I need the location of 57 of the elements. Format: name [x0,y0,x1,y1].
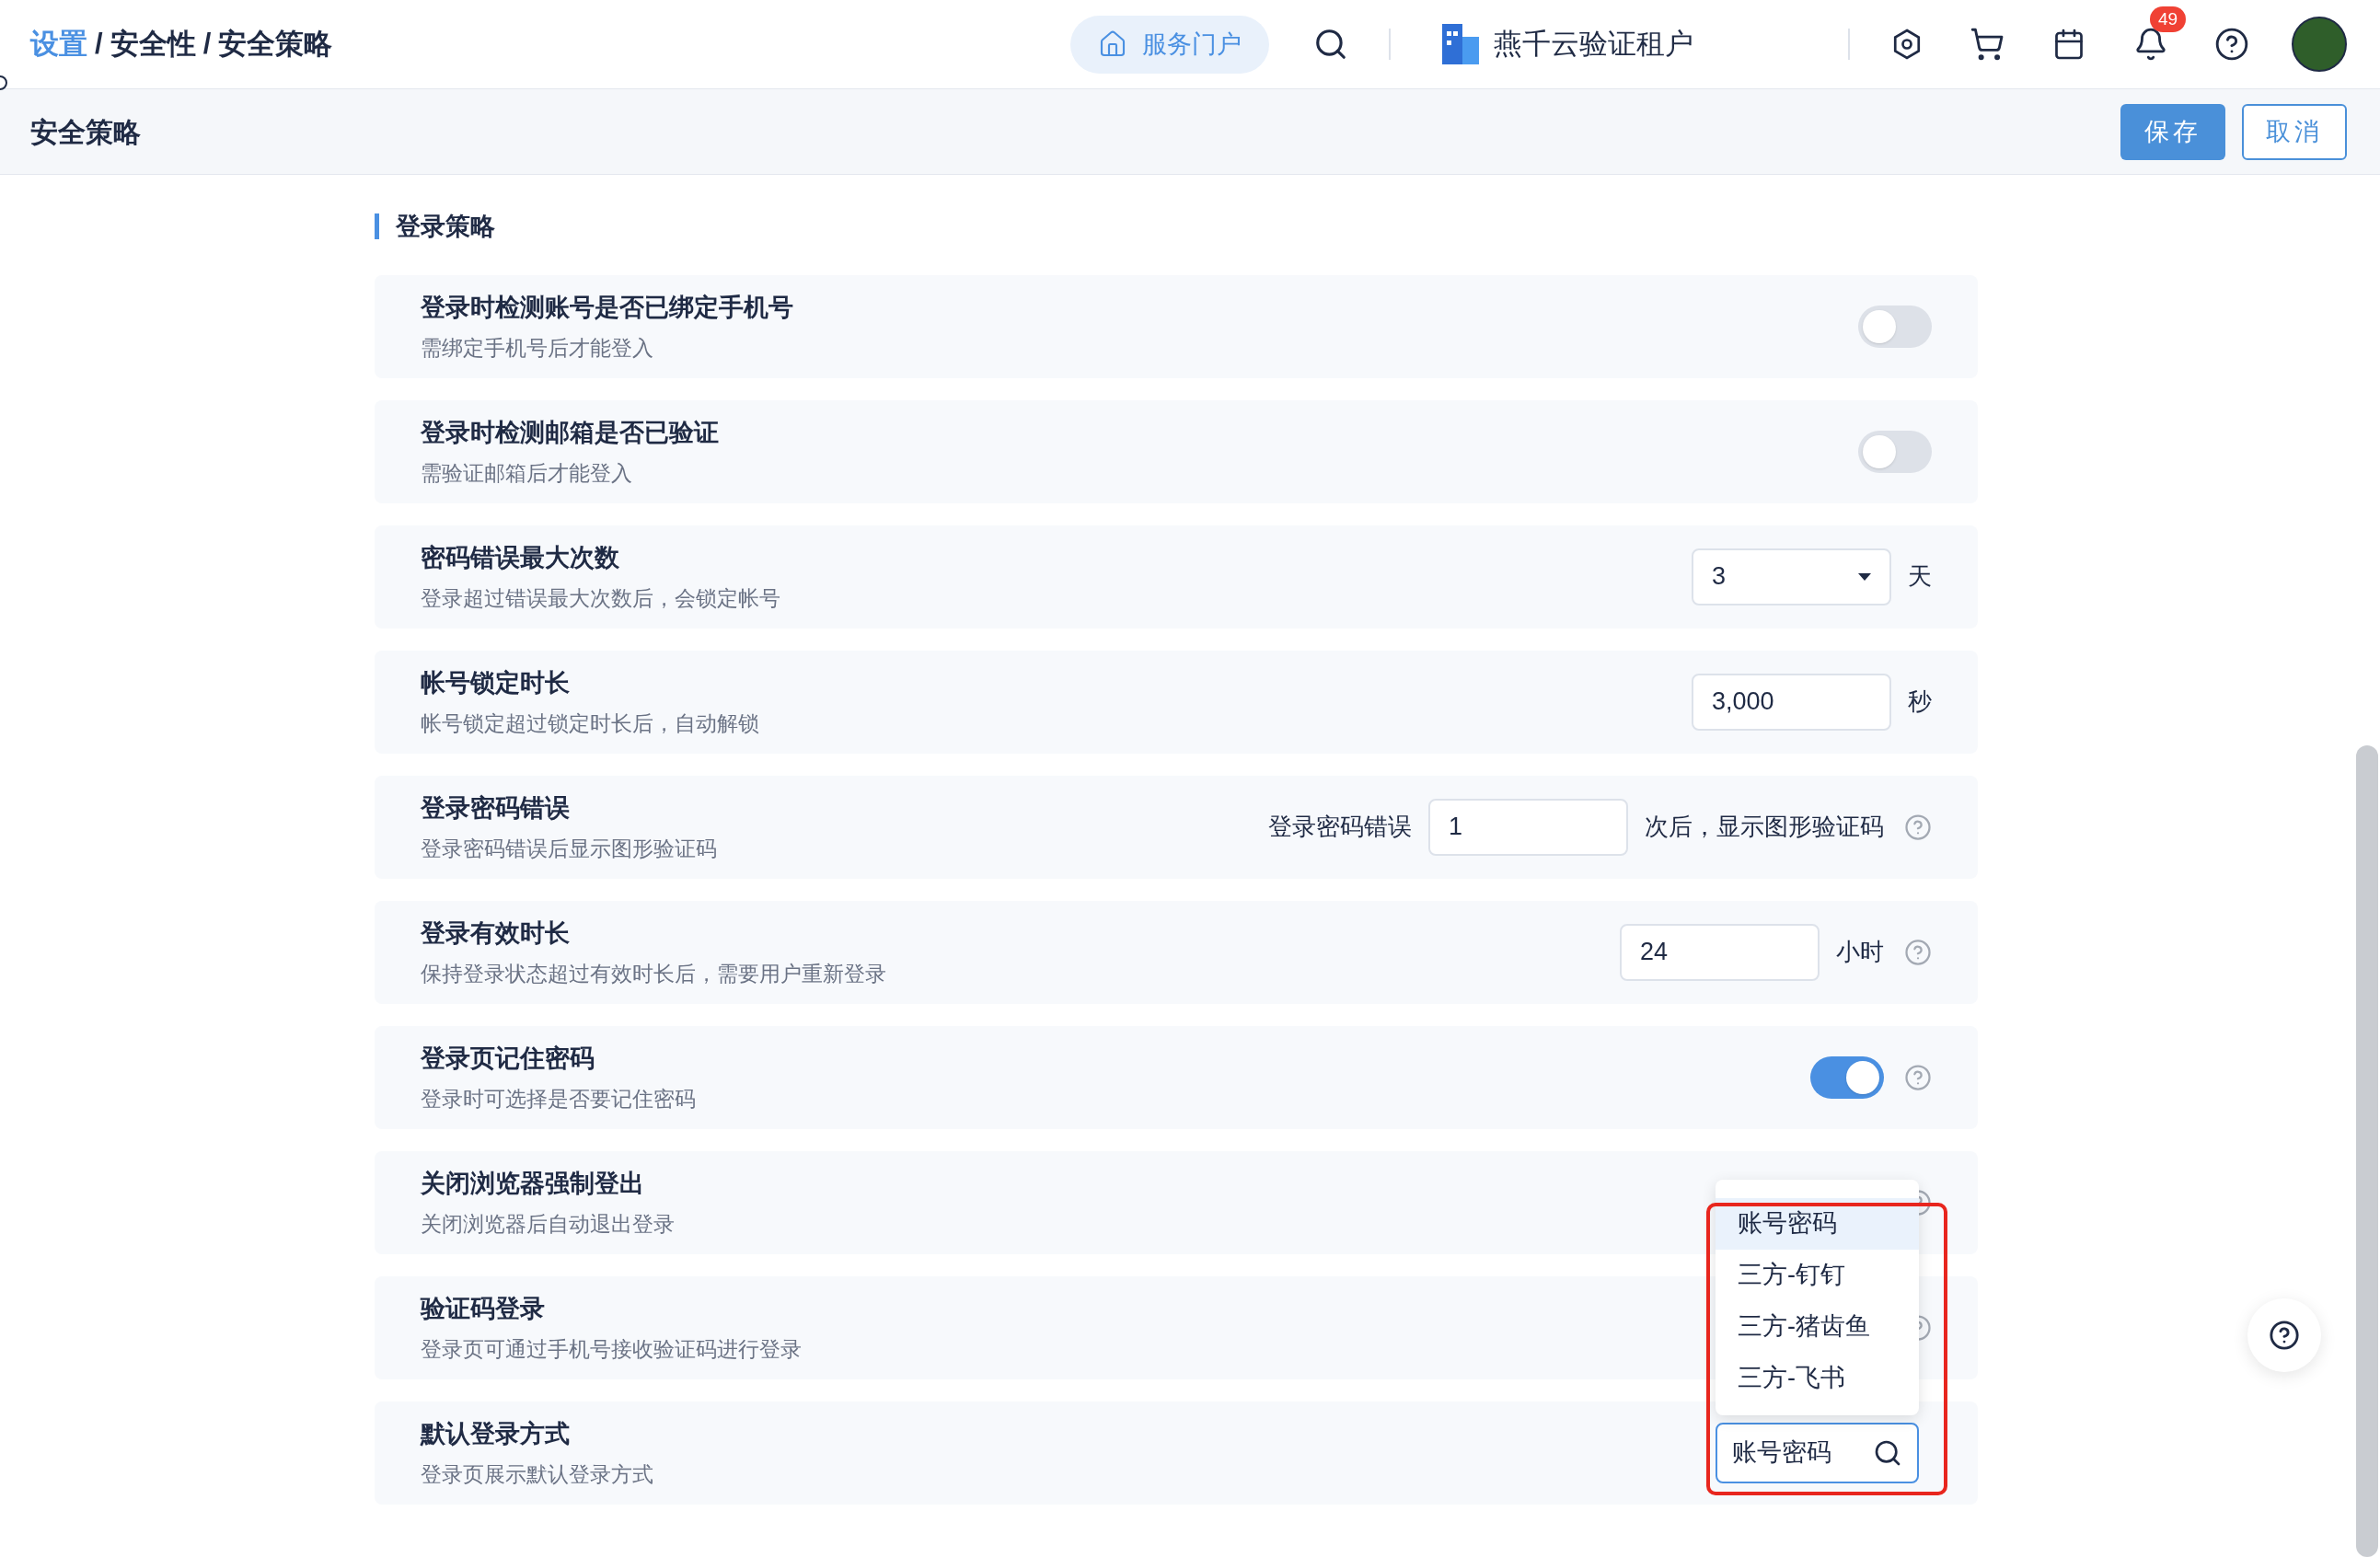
tenant-name[interactable]: 燕千云验证租户 [1494,22,1693,66]
dropdown-option[interactable]: 三方-猪齿鱼 [1716,1300,1919,1353]
dropdown-option[interactable]: 账号密码 [1716,1197,1919,1250]
setting-title: 登录页记住密码 [421,1044,595,1074]
setting-title: 登录时检测邮箱是否已验证 [421,418,719,448]
section-accent-bar [375,213,379,240]
setting-title: 登录时检测账号是否已绑定手机号 [421,293,793,323]
input-field[interactable]: 1 [1428,798,1628,856]
dropdown-option[interactable]: 三方-飞书 [1716,1352,1919,1404]
breadcrumb-separator: / [95,26,103,62]
scrollbar-thumb[interactable] [2356,745,2378,1557]
setting-description: 登录时可选择是否要记住密码 [421,1085,696,1113]
home-icon [1098,29,1127,59]
cart-icon[interactable] [1970,27,2005,62]
search-icon[interactable] [1313,27,1348,62]
help-icon[interactable] [2214,27,2249,62]
setting-title: 登录有效时长 [421,918,571,949]
unit-label: 次后，显示图形验证码 [1645,812,1884,842]
setting-description: 保持登录状态超过有效时长后，需要用户重新登录 [421,960,886,987]
input-field[interactable]: 24 [1620,923,1820,981]
calendar-icon[interactable] [2052,28,2085,61]
section-title: 登录策略 [396,212,495,242]
avatar[interactable] [2292,17,2347,72]
setting-title: 登录密码错误 [421,793,571,824]
help-icon [2269,1320,2300,1351]
setting-description: 需验证邮箱后才能登入 [421,459,633,487]
breadcrumb-separator: / [202,26,212,62]
toggle-switch[interactable] [1810,1055,1884,1099]
setting-title: 帐号锁定时长 [421,668,571,698]
dropdown-option[interactable]: 三方-钉钉 [1716,1249,1919,1301]
field-prefix: 登录密码错误 [1268,812,1412,842]
select-field[interactable]: 3 [1692,548,1891,606]
bell-icon[interactable] [2133,27,2168,62]
page-title: 安全策略 [30,115,141,149]
notification-badge: 49 [2150,6,2187,32]
breadcrumb-item: 安全策略 [218,26,333,62]
input-field[interactable]: 3,000 [1692,673,1891,731]
search-select-field[interactable]: 账号密码 [1716,1422,1919,1483]
building-icon [1442,24,1479,64]
setting-description: 登录页展示默认登录方式 [421,1460,653,1488]
unit-label: 天 [1908,561,1932,592]
setting-description: 登录超过错误最大次数后，会锁定帐号 [421,584,780,612]
setting-title: 默认登录方式 [421,1419,571,1449]
toggle-switch[interactable] [1858,430,1932,473]
setting-title: 关闭浏览器强制登出 [421,1169,645,1199]
toggle-switch[interactable] [1858,305,1932,348]
setting-description: 帐号锁定超过锁定时长后，自动解锁 [421,709,759,737]
unit-label: 小时 [1836,937,1884,967]
unit-label: 秒 [1908,686,1932,717]
setting-description: 关闭浏览器后自动退出登录 [421,1210,675,1238]
setting-description: 登录密码错误后显示图形验证码 [421,835,717,862]
setting-description: 登录页可通过手机号接收验证码进行登录 [421,1335,802,1363]
caret-icon [1858,572,1871,581]
setting-description: 需绑定手机号后才能登入 [421,334,654,362]
setting-title: 密码错误最大次数 [421,543,620,573]
setting-title: 验证码登录 [421,1294,546,1324]
breadcrumb-item: 安全性 [110,26,196,62]
